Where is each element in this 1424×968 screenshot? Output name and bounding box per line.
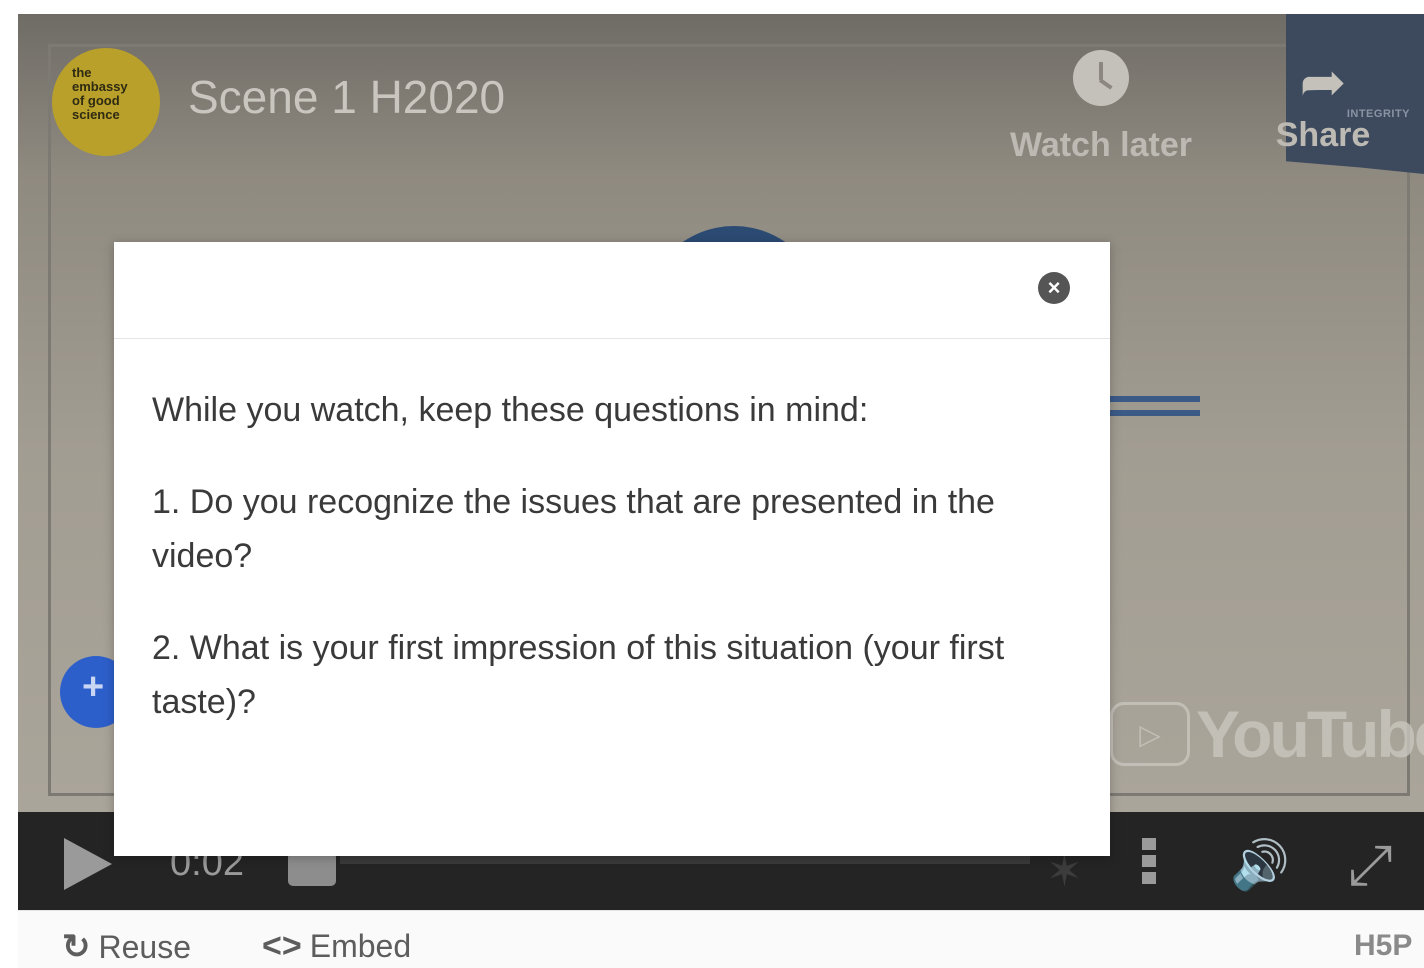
logo-line: embassy — [72, 79, 128, 94]
share-label: Share — [1275, 116, 1371, 154]
more-icon[interactable] — [1142, 838, 1156, 889]
h5p-logo[interactable]: H5P — [1354, 929, 1412, 963]
interaction-marker[interactable] — [288, 852, 336, 886]
watch-later-label: Watch later — [1009, 126, 1192, 164]
code-icon: <> — [262, 927, 302, 965]
share-arrow-icon: ➦ — [1299, 50, 1347, 113]
plus-icon: + — [82, 666, 105, 708]
dialog-header: × — [114, 242, 1110, 339]
embed-label: Embed — [309, 928, 412, 964]
youtube-logo[interactable]: ▷ YouTube — [1110, 696, 1424, 772]
reuse-button[interactable]: ↻ Reuse — [62, 927, 191, 967]
volume-icon[interactable]: 🔊 — [1230, 836, 1290, 893]
clock-icon — [1073, 50, 1129, 106]
youtube-play-icon: ▷ — [1110, 702, 1190, 766]
logo-line: of good — [72, 93, 120, 108]
close-icon[interactable]: × — [1038, 272, 1070, 304]
dialog-question: 2. What is your first impression of this… — [152, 629, 1005, 721]
play-icon[interactable] — [64, 838, 112, 890]
youtube-label: YouTube — [1196, 697, 1424, 771]
logo-line: the — [72, 65, 92, 80]
fullscreen-icon[interactable]: ⤢ — [1348, 832, 1393, 899]
dialog-body: While you watch, keep these questions in… — [114, 339, 1110, 729]
progress-bar[interactable] — [340, 856, 1030, 864]
watch-later-button[interactable]: Watch later — [996, 50, 1206, 165]
video-graphic-lines — [1108, 396, 1200, 424]
embed-button[interactable]: <> Embed — [262, 927, 411, 966]
page: the embassy of good science Scene 1 H202… — [0, 0, 1424, 968]
h5p-footer: ↻ Reuse <> Embed H5P — [18, 910, 1424, 968]
dialog-question: 1. Do you recognize the issues that are … — [152, 483, 995, 575]
dialog-intro: While you watch, keep these questions in… — [152, 391, 869, 429]
questions-dialog: × While you watch, keep these questions … — [114, 242, 1110, 856]
channel-logo[interactable]: the embassy of good science — [52, 48, 160, 156]
share-button[interactable]: ➦ Share — [1258, 54, 1388, 155]
refresh-icon: ↻ — [62, 928, 91, 966]
video-title[interactable]: Scene 1 H2020 — [188, 70, 505, 124]
logo-line: science — [72, 107, 120, 122]
reuse-label: Reuse — [98, 928, 192, 965]
